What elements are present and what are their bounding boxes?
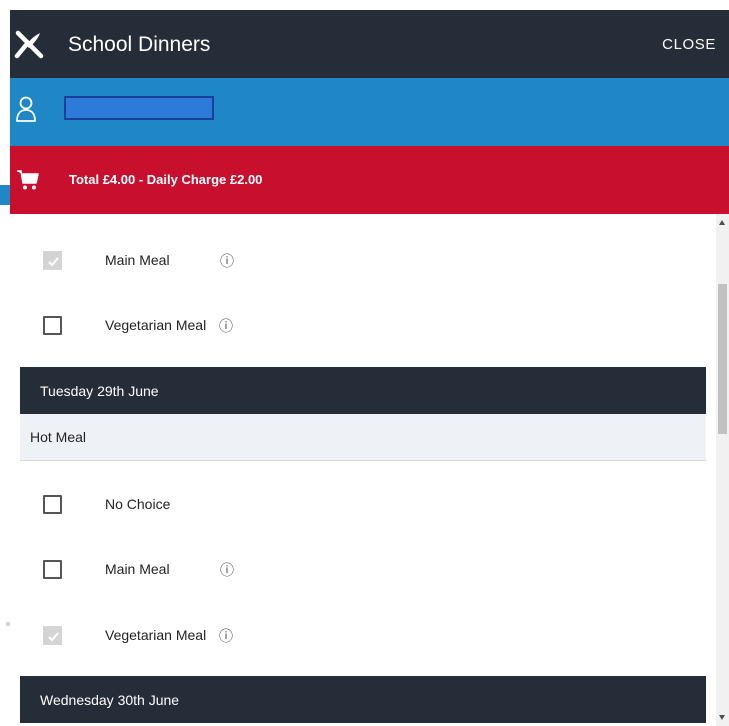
option-label: Vegetarian Meal [105,317,207,333]
info-icon[interactable]: ⓘ [219,626,234,644]
background-page [0,0,10,726]
day-header: Tuesday 29th June [20,367,706,414]
info-icon[interactable]: ⓘ [220,560,235,578]
main-meal-checkbox[interactable] [43,560,62,579]
cart-icon [17,170,39,190]
vegetarian-meal-checkbox[interactable] [43,316,62,335]
option-label: No Choice [105,496,171,512]
no-choice-checkbox[interactable] [43,495,62,514]
page-title: School Dinners [68,33,211,56]
title-bar: School Dinners CLOSE [10,10,729,78]
user-bar [10,78,729,146]
background-accent [0,185,10,205]
main-meal-checkbox[interactable] [43,251,62,270]
option-vegetarian-meal[interactable]: Vegetarian Meal ⓘ [20,306,706,346]
vegetarian-meal-checkbox[interactable] [43,626,62,645]
cart-total: Total £4.00 - Daily Charge £2.00 [69,172,263,187]
info-icon[interactable]: ⓘ [219,316,234,334]
option-vegetarian-meal[interactable]: Vegetarian Meal ⓘ [20,616,706,656]
school-dinners-modal: School Dinners CLOSE Total £4.00 - Daily… [10,10,729,726]
option-label: Main Meal [105,561,170,577]
cart-bar: Total £4.00 - Daily Charge £2.00 [10,146,729,214]
day-header: Wednesday 30th June [20,676,706,723]
info-icon[interactable]: ⓘ [220,251,235,269]
scrollbar[interactable] [716,214,729,726]
user-icon [16,96,36,122]
option-main-meal[interactable]: Main Meal ⓘ [20,241,706,281]
day-label: Tuesday 29th June [40,383,159,399]
section-label: Hot Meal [30,429,87,445]
option-label: Vegetarian Meal [105,627,207,643]
close-button[interactable]: CLOSE [662,36,716,53]
scroll-down-arrow-icon[interactable] [719,715,725,720]
scrollbar-thumb[interactable] [718,284,727,434]
section-header: Hot Meal [20,414,706,461]
day-label: Wednesday 30th June [40,692,180,708]
option-no-choice[interactable]: No Choice [20,485,706,525]
scroll-up-arrow-icon[interactable] [719,220,725,225]
fork-knife-icon [14,30,44,59]
option-main-meal[interactable]: Main Meal ⓘ [20,550,706,590]
meal-list: Main Meal ⓘ Vegetarian Meal ⓘ Tuesday 29… [10,214,716,726]
option-label: Main Meal [105,252,170,268]
user-name-field [64,96,214,120]
